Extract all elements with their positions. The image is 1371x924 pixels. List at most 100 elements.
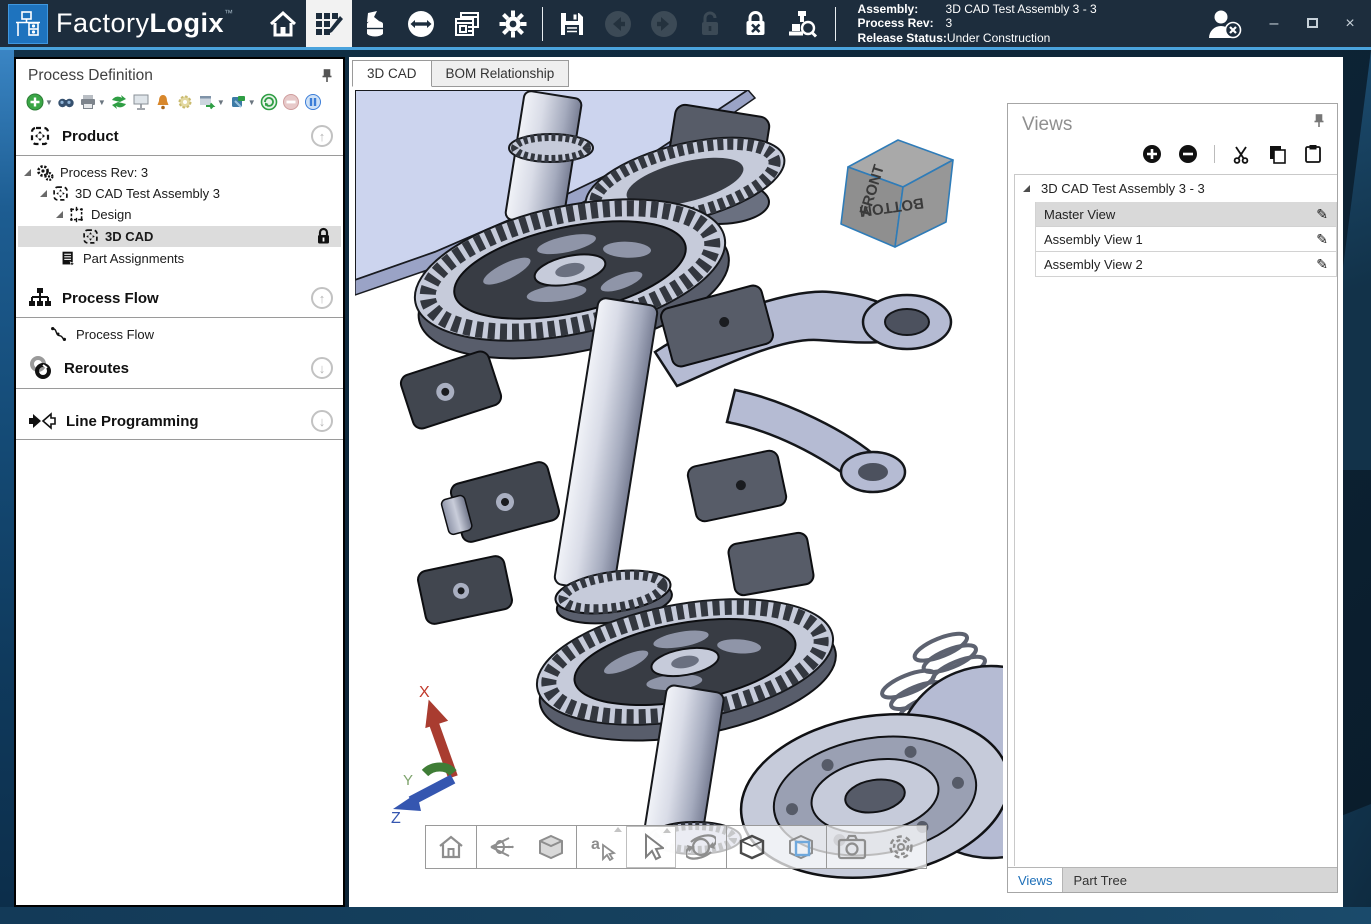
close-button[interactable]: × — [1341, 15, 1359, 33]
camera-icon — [837, 834, 867, 860]
expander-icon[interactable] — [40, 190, 47, 197]
export-button[interactable]: ▼ — [198, 93, 225, 111]
annotation-button[interactable]: a — [576, 826, 626, 868]
expand-down-icon[interactable]: ↓ — [311, 357, 333, 379]
section-line-programming[interactable]: Line Programming ↓ — [16, 403, 343, 437]
views-bottom-tabs: Views Part Tree — [1008, 867, 1337, 892]
isometric-button[interactable] — [726, 826, 776, 868]
brand-wordmark: FactoryLogix™ — [56, 8, 234, 39]
collapse-up-icon[interactable]: ↑ — [311, 125, 333, 147]
section-product[interactable]: Product ↑ — [16, 117, 343, 153]
documents-button[interactable] — [444, 0, 490, 47]
dropdown-caret: ▼ — [45, 98, 53, 107]
tree-item-design[interactable]: Design — [16, 204, 343, 225]
release-status-value: Under Construction — [947, 31, 1050, 46]
copy-button[interactable] — [1267, 144, 1287, 164]
viewport-settings-button[interactable] — [876, 826, 926, 868]
select-tool-button[interactable] — [626, 826, 676, 868]
axis-x-label: X — [419, 684, 430, 701]
transfer-button[interactable] — [398, 0, 444, 47]
tree-item-3d-cad[interactable]: 3D CAD — [18, 226, 341, 247]
orbit-button[interactable] — [676, 826, 726, 868]
stop-button[interactable] — [282, 93, 300, 111]
find-button[interactable] — [57, 93, 75, 111]
pause-button[interactable] — [304, 93, 322, 111]
dropdown-flag — [614, 827, 622, 832]
add-view-button[interactable] — [1142, 144, 1162, 164]
pin-icon[interactable] — [321, 69, 333, 83]
remove-view-button[interactable] — [1178, 144, 1198, 164]
transfer-arrows-icon — [406, 9, 436, 39]
views-panel-title: Views — [1022, 114, 1072, 136]
section-view-button[interactable] — [776, 826, 826, 868]
redo-button[interactable] — [641, 0, 687, 47]
tab-bom-relationship[interactable]: BOM Relationship — [432, 60, 570, 87]
minimize-button[interactable]: – — [1265, 15, 1283, 33]
views-root-node[interactable]: 3D CAD Test Assembly 3 - 3 — [1015, 175, 1337, 202]
user-logout-icon[interactable] — [1205, 8, 1245, 40]
home-button[interactable] — [260, 0, 306, 47]
view-home-button[interactable] — [426, 826, 476, 868]
refresh-button[interactable] — [260, 93, 278, 111]
presentation-button[interactable] — [132, 93, 150, 111]
view-row-assembly-1[interactable]: Assembly View 1 ✎ — [1035, 227, 1337, 252]
orientation-cube[interactable]: FRONT BOTTOM — [831, 130, 963, 252]
divider — [16, 317, 343, 318]
tab-3d-cad[interactable]: 3D CAD — [352, 60, 432, 87]
expander-icon[interactable] — [24, 169, 31, 176]
section-label: Line Programming — [66, 413, 311, 430]
edit-pencil-icon[interactable]: ✎ — [1316, 206, 1328, 223]
select-cursor-icon — [638, 833, 664, 861]
lock-x-icon — [741, 9, 771, 39]
import-button[interactable] — [352, 0, 398, 47]
edit-pencil-icon[interactable]: ✎ — [1316, 256, 1328, 273]
unlock-button[interactable] — [687, 0, 733, 47]
edit-pencil-icon[interactable]: ✎ — [1316, 231, 1328, 248]
section-label: Reroutes — [64, 360, 311, 377]
tree-item-part-assignments[interactable]: Part Assignments — [16, 248, 343, 269]
cut-button[interactable] — [1231, 144, 1251, 164]
view-row-assembly-2[interactable]: Assembly View 2 ✎ — [1035, 252, 1337, 277]
section-label: Process Flow — [62, 290, 311, 307]
cad-viewport[interactable]: FRONT BOTTOM X Y Z — [355, 90, 1003, 901]
maximize-button[interactable] — [1303, 15, 1321, 33]
dropdown-caret: ▼ — [98, 98, 106, 107]
tab-views[interactable]: Views — [1008, 868, 1063, 892]
tree-item-process-rev[interactable]: Process Rev: 3 — [16, 162, 343, 183]
view-orientation-button[interactable] — [476, 826, 526, 868]
paste-button[interactable] — [1303, 144, 1323, 164]
view-label: Master View — [1044, 207, 1115, 222]
collapse-up-icon[interactable]: ↑ — [311, 287, 333, 309]
expander-icon[interactable] — [56, 211, 63, 218]
section-reroutes[interactable]: Reroutes ↓ — [16, 348, 343, 386]
tree-item-process-flow[interactable]: Process Flow — [16, 322, 343, 346]
divider — [16, 388, 343, 389]
view-label: Assembly View 2 — [1044, 257, 1143, 272]
sync-button[interactable] — [110, 93, 128, 111]
process-definition-button[interactable] — [306, 0, 352, 47]
save-button[interactable] — [549, 0, 595, 47]
axis-y-label: Y — [403, 772, 413, 789]
gears-icon — [36, 164, 54, 182]
lock-cancel-button[interactable] — [733, 0, 779, 47]
tab-part-tree[interactable]: Part Tree — [1063, 868, 1136, 892]
database-tool-button[interactable]: ▼ — [229, 93, 256, 111]
snapshot-button[interactable] — [826, 826, 876, 868]
print-button[interactable]: ▼ — [79, 93, 106, 111]
pin-icon[interactable] — [1313, 114, 1325, 128]
undo-button[interactable] — [595, 0, 641, 47]
dropdown-flag — [663, 828, 671, 833]
add-button[interactable]: ▼ — [26, 93, 53, 111]
notify-button[interactable] — [154, 93, 172, 111]
tree-item-assembly[interactable]: 3D CAD Test Assembly 3 — [16, 183, 343, 204]
config-button[interactable] — [176, 93, 194, 111]
expander-icon[interactable] — [1023, 185, 1030, 192]
shaded-view-button[interactable] — [526, 826, 576, 868]
maximize-icon — [1307, 18, 1318, 28]
settings-button[interactable] — [490, 0, 536, 47]
view-row-master[interactable]: Master View ✎ — [1035, 202, 1337, 227]
assembly-search-button[interactable] — [779, 0, 825, 47]
views-toolbar — [1008, 136, 1337, 174]
section-process-flow[interactable]: Process Flow ↑ — [16, 279, 343, 315]
expand-down-icon[interactable]: ↓ — [311, 410, 333, 432]
